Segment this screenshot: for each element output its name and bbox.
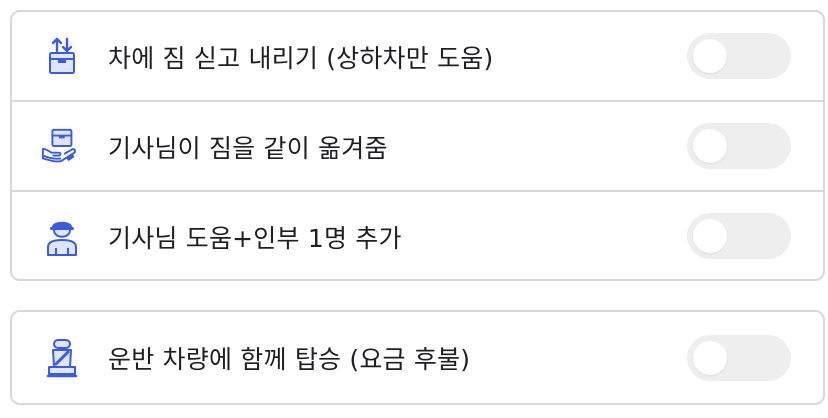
- option-label: 기사님이 짐을 같이 옮겨줌: [108, 134, 388, 163]
- worker-icon: [42, 214, 82, 258]
- option-label: 기사님 도움+인부 1명 추가: [108, 224, 402, 253]
- option-toggle[interactable]: [687, 335, 791, 381]
- service-options-card: 차에 짐 싣고 내리기 (상하차만 도움) 기사님이 짐을 같이 옮겨줌 기사님…: [10, 10, 825, 281]
- hand-box-icon: [40, 124, 80, 168]
- toggle-knob: [693, 219, 727, 253]
- seat-icon: [42, 336, 82, 380]
- option-label: 운반 차량에 함께 탑승 (요금 후불): [108, 345, 471, 374]
- option-label: 차에 짐 싣고 내리기 (상하차만 도움): [108, 44, 494, 73]
- box-updown-icon: [42, 34, 82, 78]
- toggle-knob: [693, 129, 727, 163]
- option-toggle[interactable]: [687, 213, 791, 259]
- option-toggle[interactable]: [687, 33, 791, 79]
- ride-along-card: 운반 차량에 함께 탑승 (요금 후불): [10, 310, 825, 405]
- toggle-knob: [693, 341, 727, 375]
- option-row-ride-along[interactable]: 운반 차량에 함께 탑승 (요금 후불): [12, 312, 823, 403]
- option-row-loading-help[interactable]: 차에 짐 싣고 내리기 (상하차만 도움): [12, 12, 823, 101]
- option-row-driver-carry[interactable]: 기사님이 짐을 같이 옮겨줌: [12, 102, 823, 191]
- option-row-extra-worker[interactable]: 기사님 도움+인부 1명 추가: [12, 192, 823, 281]
- toggle-knob: [693, 39, 727, 73]
- option-toggle[interactable]: [687, 123, 791, 169]
